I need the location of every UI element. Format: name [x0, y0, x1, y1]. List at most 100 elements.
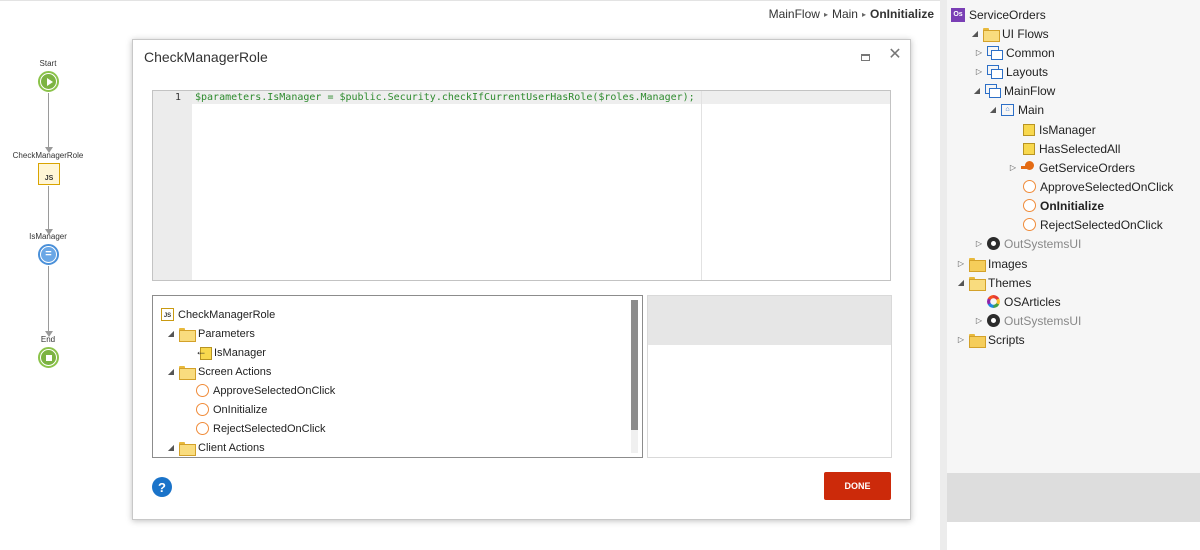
tree-item-outsystemsui[interactable]: ▷ OutSystemsUI: [975, 234, 1081, 253]
assign-node-label: IsManager: [29, 232, 67, 241]
collapsed-arrow-icon[interactable]: ▷: [1009, 163, 1017, 172]
client-action-icon: [196, 384, 209, 397]
tree-item-ui-flows[interactable]: ◢ UI Flows: [971, 24, 1049, 43]
chevron-right-icon: ▸: [823, 9, 828, 19]
client-action-icon: [1023, 180, 1036, 193]
play-icon: [41, 74, 56, 89]
tree-item-label: Client Actions: [198, 441, 265, 454]
input-parameter-icon: [195, 344, 212, 360]
stop-icon: [41, 350, 56, 365]
collapsed-arrow-icon[interactable]: ▷: [975, 239, 983, 248]
tree-item-ismanager[interactable]: IsManager: [195, 343, 266, 362]
breadcrumb-current: OnInitialize: [869, 7, 934, 21]
tree-item-label: Screen Actions: [198, 365, 272, 378]
code-line[interactable]: $parameters.IsManager = $public.Security…: [195, 91, 695, 105]
tree-item-label: ApproveSelectedOnClick: [1040, 179, 1174, 194]
tree-item-label: MainFlow: [1004, 83, 1056, 98]
tree-item-oninitialize[interactable]: OnInitialize: [196, 400, 267, 419]
scrollbar-thumb[interactable]: [631, 300, 638, 430]
maximize-icon: [860, 53, 870, 61]
screen-icon: ⌂: [1001, 103, 1014, 116]
tree-item-layouts[interactable]: ▷ Layouts: [975, 62, 1048, 81]
client-action-icon: [1023, 218, 1036, 231]
expanded-arrow-icon[interactable]: ◢: [989, 105, 997, 114]
tree-item-root[interactable]: JS CheckManagerRole: [161, 305, 275, 324]
tree-item-outsystemsui-theme[interactable]: ▷ OutSystemsUI: [975, 311, 1081, 330]
breadcrumb-mainflow[interactable]: MainFlow: [769, 7, 820, 21]
folder-icon: [969, 257, 986, 272]
dialog-title: CheckManagerRole: [144, 49, 268, 65]
flow-connector: [48, 266, 49, 333]
tree-item-themes[interactable]: ◢ Themes: [957, 273, 1031, 292]
close-icon: ✕: [888, 46, 902, 63]
end-label: End: [40, 335, 56, 344]
folder-icon: [179, 441, 196, 456]
tree-item-main[interactable]: ◢ ⌂ Main: [989, 100, 1044, 119]
tree-item-label: ServiceOrders: [969, 7, 1046, 22]
assign-icon: =: [41, 247, 56, 262]
folder-icon: [969, 333, 986, 348]
collapsed-arrow-icon[interactable]: ▷: [975, 48, 983, 57]
expanded-arrow-icon[interactable]: ◢: [167, 329, 175, 338]
collapsed-arrow-icon[interactable]: ▷: [957, 335, 965, 344]
code-editor[interactable]: 1 $parameters.IsManager = $public.Securi…: [152, 90, 891, 281]
js-node-label: CheckManagerRole: [12, 151, 84, 160]
maximize-button[interactable]: [858, 50, 872, 64]
folder-icon: [969, 276, 986, 291]
end-node[interactable]: [38, 347, 59, 368]
javascript-node[interactable]: JS: [38, 163, 60, 185]
scope-tree[interactable]: JS CheckManagerRole ◢ Parameters IsManag…: [152, 295, 643, 458]
properties-header: [947, 473, 1200, 522]
tree-item-approve[interactable]: ApproveSelectedOnClick: [1023, 177, 1173, 196]
tree-item-label: Scripts: [988, 332, 1025, 347]
tree-item-client-actions[interactable]: ◢ Client Actions: [167, 438, 265, 457]
tree-item-label: OutSystemsUI: [1004, 236, 1082, 251]
tree-item-label: CheckManagerRole: [178, 308, 276, 321]
start-node[interactable]: [38, 71, 59, 92]
folder-icon: [179, 365, 196, 380]
tree-item-label: IsManager: [214, 346, 266, 359]
expanded-arrow-icon[interactable]: ◢: [167, 367, 175, 376]
print-margin: [701, 91, 702, 280]
panel-splitter[interactable]: [940, 0, 947, 550]
help-button[interactable]: ?: [152, 477, 172, 497]
tree-item-label: RejectSelectedOnClick: [213, 422, 326, 435]
module-icon: [987, 314, 1000, 327]
close-button[interactable]: ✕: [887, 46, 903, 64]
description-header: [648, 296, 891, 345]
client-action-icon: [1023, 199, 1036, 212]
elements-tree-panel: Os ServiceOrders ◢ UI Flows ▷ Common ▷ L…: [947, 0, 1200, 550]
tree-item-getserviceorders[interactable]: ▷ GetServiceOrders: [1009, 158, 1135, 177]
tree-item-scripts[interactable]: ▷ Scripts: [957, 330, 1025, 349]
assign-node[interactable]: =: [38, 244, 59, 265]
theme-icon: [987, 295, 1000, 308]
collapsed-arrow-icon[interactable]: ▷: [975, 67, 983, 76]
tree-item-hasselectedall[interactable]: HasSelectedAll: [1023, 139, 1120, 158]
tree-item-serviceorders[interactable]: Os ServiceOrders: [951, 5, 1046, 24]
expanded-arrow-icon[interactable]: ◢: [957, 278, 965, 287]
tree-item-screen-actions[interactable]: ◢ Screen Actions: [167, 362, 271, 381]
breadcrumb-main[interactable]: Main: [832, 7, 858, 21]
module-logo-icon: Os: [951, 7, 965, 22]
tree-item-label: Common: [1006, 45, 1055, 60]
expanded-arrow-icon[interactable]: ◢: [167, 443, 175, 452]
collapsed-arrow-icon[interactable]: ▷: [957, 259, 965, 268]
tree-item-reject[interactable]: RejectSelectedOnClick: [196, 419, 326, 438]
tree-item-images[interactable]: ▷ Images: [957, 254, 1027, 273]
tree-item-mainflow[interactable]: ◢ MainFlow: [973, 81, 1055, 100]
client-action-icon: [196, 403, 209, 416]
done-button[interactable]: DONE: [824, 472, 891, 500]
expanded-arrow-icon[interactable]: ◢: [973, 86, 981, 95]
expanded-arrow-icon[interactable]: ◢: [971, 29, 979, 38]
line-gutter: [153, 91, 192, 280]
collapsed-arrow-icon[interactable]: ▷: [975, 316, 983, 325]
folder-icon: [983, 27, 1000, 42]
tree-item-ismanager[interactable]: IsManager: [1023, 120, 1096, 139]
tree-item-osarticles[interactable]: OSArticles: [987, 292, 1061, 311]
tree-item-common[interactable]: ▷ Common: [975, 43, 1055, 62]
tree-item-reject[interactable]: RejectSelectedOnClick: [1023, 215, 1163, 234]
tree-item-oninitialize[interactable]: OnInitialize: [1023, 196, 1104, 215]
tree-item-approve[interactable]: ApproveSelectedOnClick: [196, 381, 335, 400]
client-action-icon: [196, 422, 209, 435]
tree-item-parameters[interactable]: ◢ Parameters: [167, 324, 255, 343]
